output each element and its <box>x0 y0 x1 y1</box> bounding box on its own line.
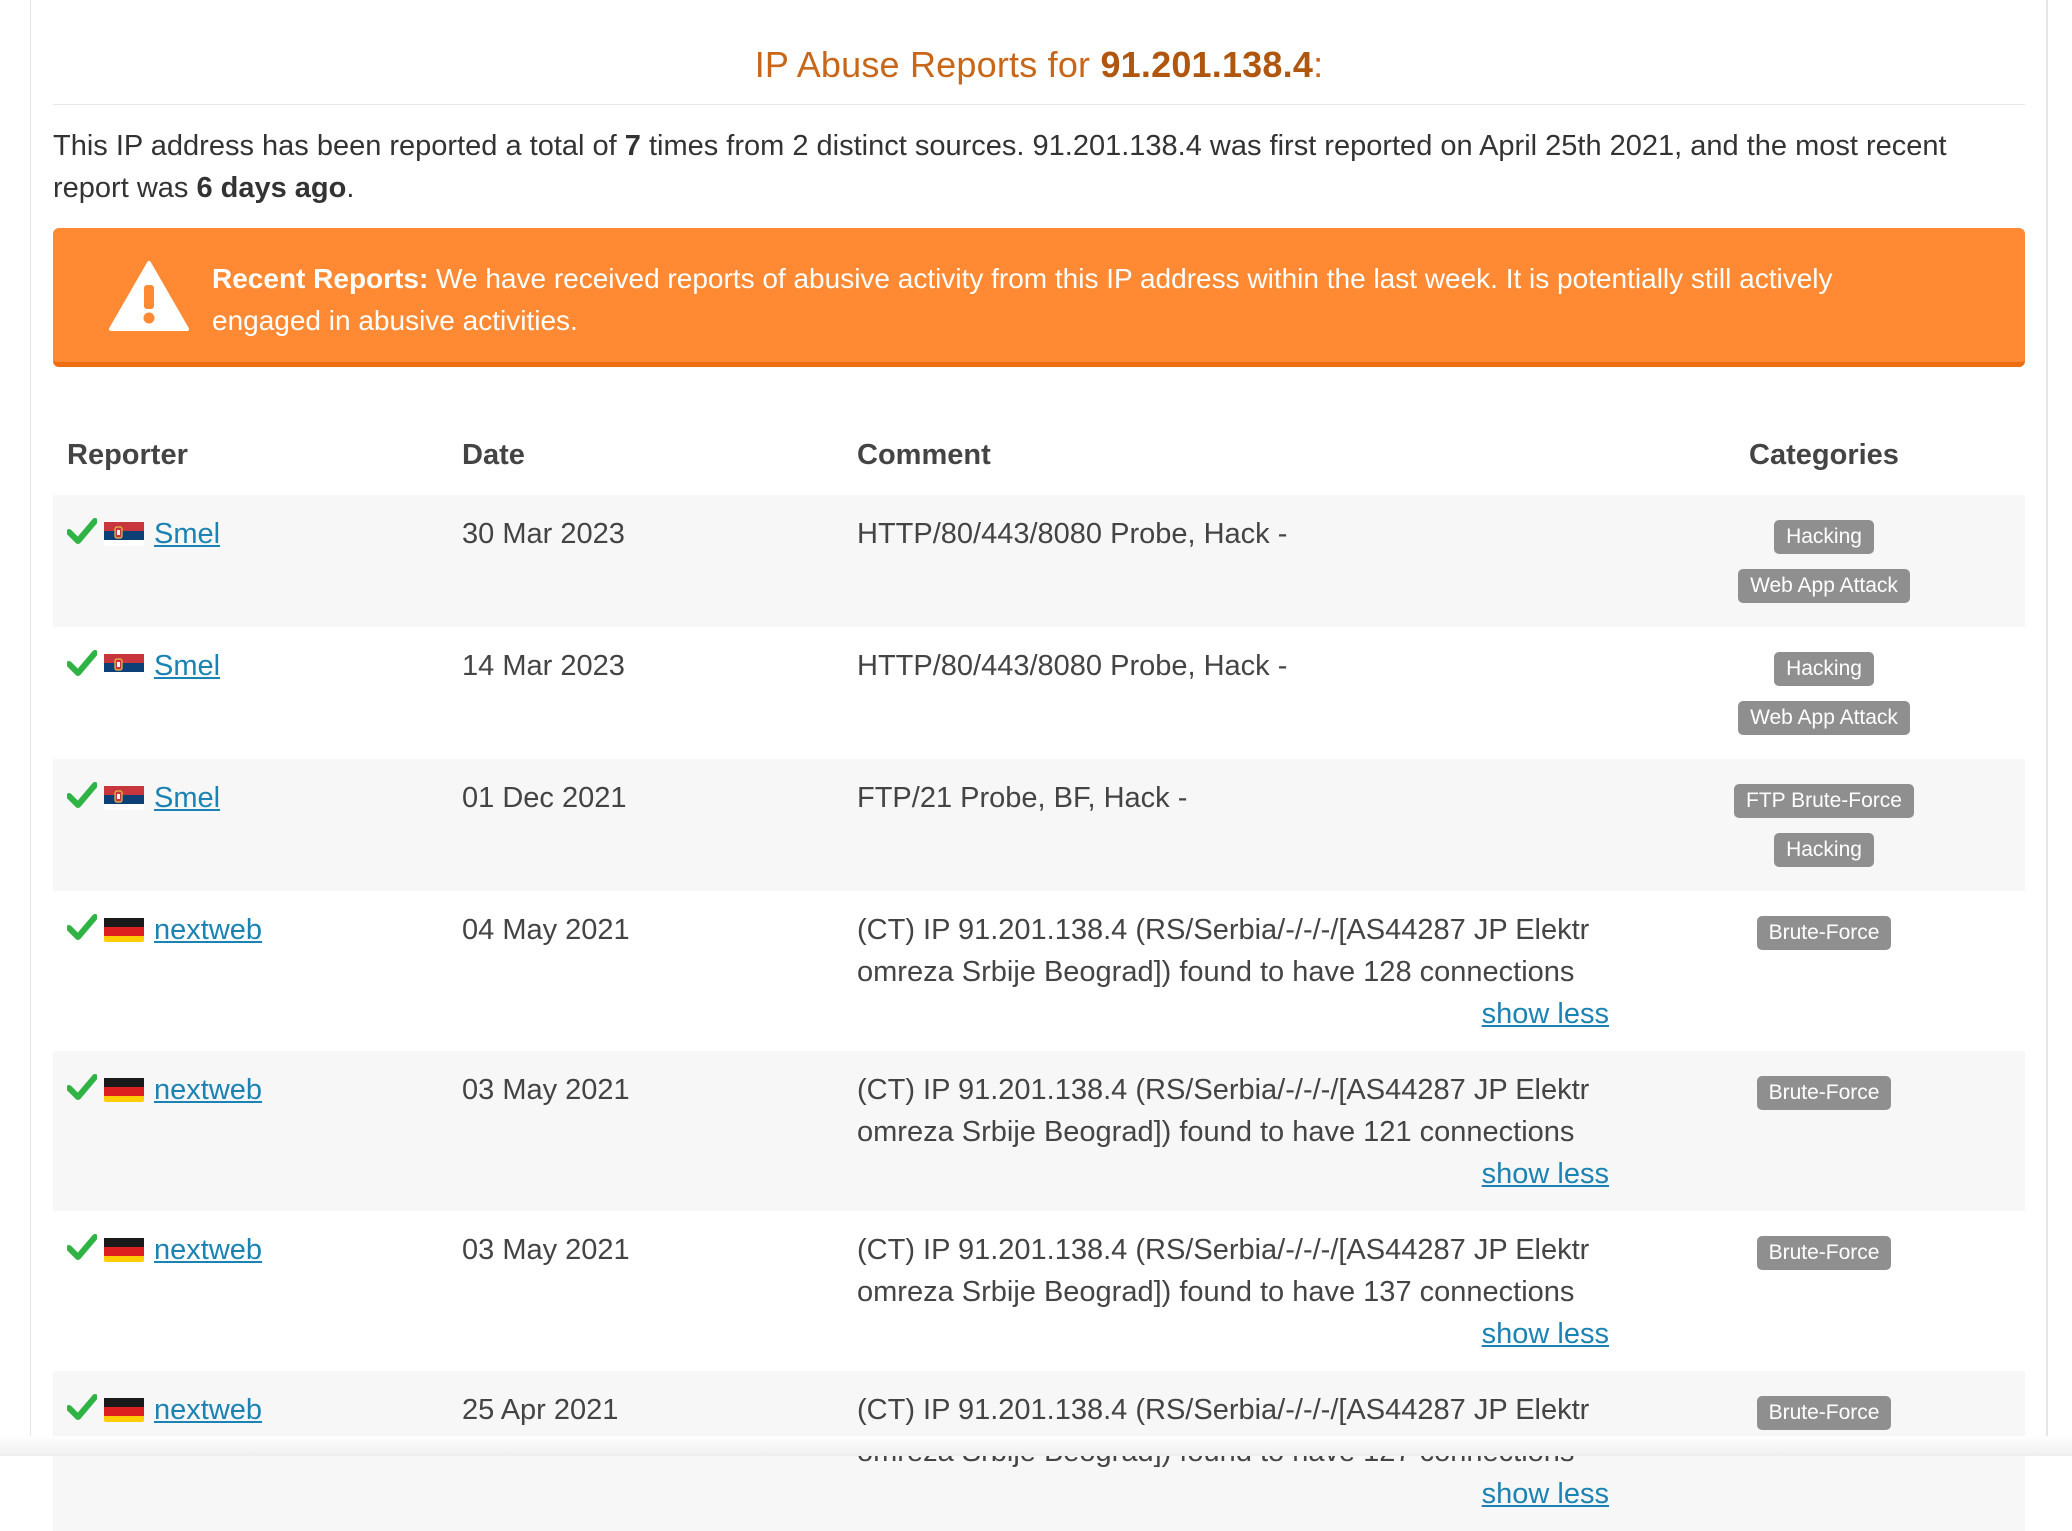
report-comment: (CT) IP 91.201.138.4 (RS/Serbia/-/-/-/[A… <box>857 914 1590 988</box>
category-badge[interactable]: Hacking <box>1774 833 1874 867</box>
comment-cell: FTP/21 Probe, BF, Hack - <box>843 759 1623 891</box>
categories-cell: Brute-Force <box>1623 1211 2025 1371</box>
show-less-link[interactable]: show less <box>857 993 1609 1035</box>
category-badge[interactable]: Web App Attack <box>1738 569 1910 603</box>
report-comment: (CT) IP 91.201.138.4 (RS/Serbia/-/-/-/[A… <box>857 1394 1590 1468</box>
show-less-link[interactable]: show less <box>857 1153 1609 1195</box>
summary-text-1: This IP address has been reported a tota… <box>53 130 625 162</box>
column-header-categories: Categories <box>1749 438 1899 471</box>
table-header-row: Reporter Date Comment Categories <box>53 415 2025 495</box>
report-count: 7 <box>624 130 641 162</box>
title-prefix: IP Abuse Reports for <box>754 44 1101 85</box>
report-summary: This IP address has been reported a tota… <box>53 125 2025 209</box>
category-badge[interactable]: Hacking <box>1774 652 1874 686</box>
report-date: 01 Dec 2021 <box>448 759 843 891</box>
check-icon <box>67 518 97 544</box>
report-comment: FTP/21 Probe, BF, Hack - <box>857 782 1188 814</box>
reporter-link[interactable]: nextweb <box>154 914 262 946</box>
comment-cell: (CT) IP 91.201.138.4 (RS/Serbia/-/-/-/[A… <box>843 1051 1623 1211</box>
reporter-cell: Smel <box>53 759 448 891</box>
category-badge[interactable]: Hacking <box>1774 520 1874 554</box>
comment-cell: HTTP/80/443/8080 Probe, Hack - <box>843 627 1623 759</box>
table-row: nextweb 03 May 2021 (CT) IP 91.201.138.4… <box>53 1211 2025 1371</box>
reporter-cell: Smel <box>53 495 448 627</box>
show-less-link[interactable]: show less <box>857 1473 1609 1515</box>
title-divider <box>53 104 2025 105</box>
report-date: 30 Mar 2023 <box>448 495 843 627</box>
report-date: 14 Mar 2023 <box>448 627 843 759</box>
check-icon <box>67 1234 97 1260</box>
reporter-link[interactable]: nextweb <box>154 1074 262 1106</box>
comment-cell: HTTP/80/443/8080 Probe, Hack - <box>843 495 1623 627</box>
reporter-link[interactable]: Smel <box>154 650 220 682</box>
report-container: IP Abuse Reports for 91.201.138.4: This … <box>53 0 2025 1531</box>
category-badge[interactable]: Brute-Force <box>1756 1396 1892 1430</box>
categories-cell: Brute-Force <box>1623 1051 2025 1211</box>
column-header-comment: Comment <box>857 438 991 471</box>
alert-body: We have received reports of abusive acti… <box>212 263 1833 336</box>
title-suffix: : <box>1313 44 1324 85</box>
serbia-flag-icon <box>104 783 144 810</box>
report-comment: (CT) IP 91.201.138.4 (RS/Serbia/-/-/-/[A… <box>857 1074 1590 1148</box>
germany-flag-icon <box>104 915 144 942</box>
table-row: nextweb 04 May 2021 (CT) IP 91.201.138.4… <box>53 891 2025 1051</box>
categories-cell: Brute-Force <box>1623 891 2025 1051</box>
report-date: 04 May 2021 <box>448 891 843 1051</box>
germany-flag-icon <box>104 1075 144 1102</box>
summary-text-3: . <box>346 172 355 204</box>
reporter-cell: Smel <box>53 627 448 759</box>
category-badge[interactable]: Brute-Force <box>1756 1076 1892 1110</box>
table-row: Smel 14 Mar 2023 HTTP/80/443/8080 Probe,… <box>53 627 2025 759</box>
warning-triangle-icon <box>109 261 189 331</box>
reporter-link[interactable]: Smel <box>154 782 220 814</box>
germany-flag-icon <box>104 1395 144 1422</box>
page-frame-left <box>30 0 31 1456</box>
report-date: 03 May 2021 <box>448 1211 843 1371</box>
reporter-cell: nextweb <box>53 1211 448 1371</box>
page-title: IP Abuse Reports for 91.201.138.4: <box>53 0 2025 104</box>
reporter-cell: nextweb <box>53 891 448 1051</box>
comment-cell: (CT) IP 91.201.138.4 (RS/Serbia/-/-/-/[A… <box>843 891 1623 1051</box>
check-icon <box>67 1394 97 1420</box>
alert-heading: Recent Reports: <box>212 263 429 294</box>
check-icon <box>67 1074 97 1100</box>
categories-cell: Hacking Web App Attack <box>1623 627 2025 759</box>
column-header-date[interactable]: Date <box>448 415 843 495</box>
category-badge[interactable]: Brute-Force <box>1756 1236 1892 1270</box>
report-comment: (CT) IP 91.201.138.4 (RS/Serbia/-/-/-/[A… <box>857 1234 1590 1308</box>
germany-flag-icon <box>104 1235 144 1262</box>
category-badge[interactable]: FTP Brute-Force <box>1734 784 1914 818</box>
check-icon <box>67 782 97 808</box>
show-less-link[interactable]: show less <box>857 1313 1609 1355</box>
table-row: nextweb 03 May 2021 (CT) IP 91.201.138.4… <box>53 1051 2025 1211</box>
report-comment: HTTP/80/443/8080 Probe, Hack - <box>857 518 1288 550</box>
check-icon <box>67 914 97 940</box>
page-frame-right <box>2046 0 2048 1456</box>
reporter-cell: nextweb <box>53 1051 448 1211</box>
categories-cell: Hacking Web App Attack <box>1623 495 2025 627</box>
serbia-flag-icon <box>104 519 144 546</box>
reports-table: Reporter Date Comment Categories Smel 30… <box>53 415 2025 1531</box>
reporter-link[interactable]: nextweb <box>154 1394 262 1426</box>
report-date: 03 May 2021 <box>448 1051 843 1211</box>
column-header-reporter[interactable]: Reporter <box>53 415 448 495</box>
alert-message: Recent Reports: We have received reports… <box>212 258 1935 342</box>
category-badge[interactable]: Brute-Force <box>1756 916 1892 950</box>
table-row: Smel 01 Dec 2021 FTP/21 Probe, BF, Hack … <box>53 759 2025 891</box>
check-icon <box>67 650 97 676</box>
comment-cell: (CT) IP 91.201.138.4 (RS/Serbia/-/-/-/[A… <box>843 1211 1623 1371</box>
report-comment: HTTP/80/443/8080 Probe, Hack - <box>857 650 1288 682</box>
title-ip: 91.201.138.4 <box>1100 44 1314 85</box>
table-row: Smel 30 Mar 2023 HTTP/80/443/8080 Probe,… <box>53 495 2025 627</box>
most-recent-report: 6 days ago <box>196 172 347 204</box>
bottom-scroll-shadow <box>0 1436 2072 1456</box>
category-badge[interactable]: Web App Attack <box>1738 701 1910 735</box>
reporter-link[interactable]: nextweb <box>154 1234 262 1266</box>
categories-cell: FTP Brute-Force Hacking <box>1623 759 2025 891</box>
reporter-link[interactable]: Smel <box>154 518 220 550</box>
serbia-flag-icon <box>104 651 144 678</box>
recent-reports-alert: Recent Reports: We have received reports… <box>53 228 2025 367</box>
